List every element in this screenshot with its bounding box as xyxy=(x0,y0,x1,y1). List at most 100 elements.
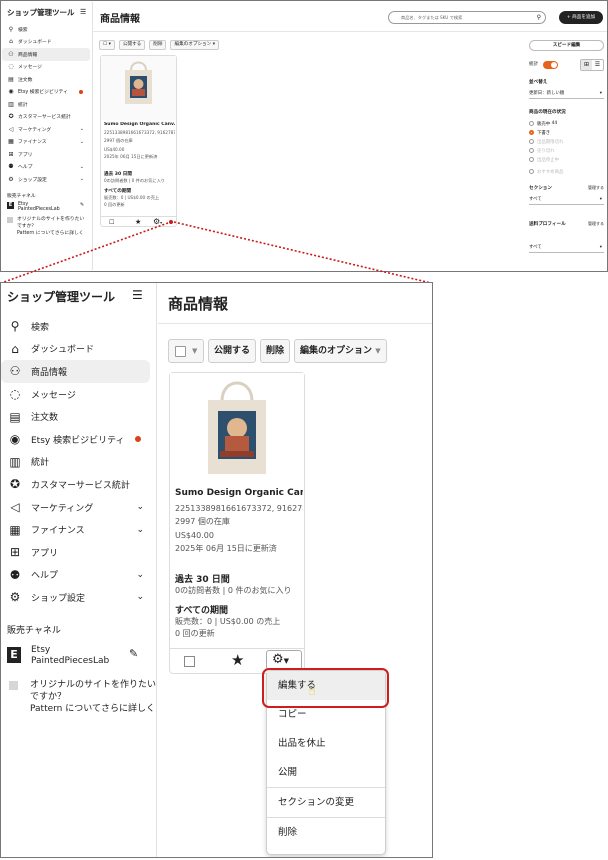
gear-icon[interactable]: ⚙▾ xyxy=(153,217,162,226)
shipping-manage-link[interactable]: 管理する xyxy=(588,221,604,227)
card-checkbox[interactable]: ☐ xyxy=(109,219,114,226)
card-checkbox[interactable] xyxy=(184,656,195,667)
other-site-promo[interactable]: オリジナルのサイトを作りたい ですか？ Pattern についてさらに詳しく xyxy=(1,679,157,715)
product-ids: 2251338981661673372, 9162787... xyxy=(175,504,303,513)
sidebar-nav: ⚲ 検索 ⌂ ダッシュボード ⚇ 商品情報 ◌ メッセージ ▤ 注文数 ◉ Etsy 検索ビ… xyxy=(1,315,157,715)
chevron-down-icon: ⌄ xyxy=(136,502,144,513)
sidebar-item-products[interactable]: ⚇ 商品情報 xyxy=(2,48,90,61)
list-view-icon[interactable]: ☰ xyxy=(592,60,603,70)
sidebar-item-apps[interactable]: ⊞ アプリ xyxy=(1,541,157,564)
product-updated: 2025年 06月 15日に更新済 xyxy=(175,544,277,553)
edit-highlight-box xyxy=(262,668,389,708)
other-site-promo[interactable]: オリジナルのサイトを作りたい ですか？ Pattern についてさらに詳しく xyxy=(2,216,93,237)
sidebar-item-dashboard[interactable]: ⌂ ダッシュボード xyxy=(2,36,93,49)
shipping-select[interactable]: すべて xyxy=(529,243,604,253)
sidebar-item-shop-settings[interactable]: ⚙ ショップ設定 ⌄ xyxy=(1,586,157,609)
sidebar-item-apps[interactable]: ⊞ アプリ xyxy=(2,148,93,161)
select-all-checkbox[interactable]: ☐ ▾ xyxy=(99,40,115,50)
sidebar-item-customer-service[interactable]: ✪ カスタマーサービス統計 xyxy=(1,473,157,496)
sidebar-item-orders[interactable]: ▤ 注文数 xyxy=(2,73,93,86)
delete-button[interactable]: 削除 xyxy=(260,339,291,363)
menu-item-deactivate[interactable]: 出品を休止 xyxy=(267,729,385,758)
chevron-down-icon: ⌄ xyxy=(79,176,84,183)
chevron-down-icon: ▼ xyxy=(192,347,198,355)
toolbar: ☐ ▾ 公開する 削除 編集のオプション ▾ xyxy=(99,40,220,50)
product-title[interactable]: Sumo Design Organic Canv... xyxy=(175,488,303,498)
sidebar-item-search-visibility[interactable]: ◉ Etsy 検索ビジビリティ xyxy=(1,428,157,451)
sidebar-item-products[interactable]: ⚇ 商品情報 xyxy=(1,360,150,383)
edit-options-button[interactable]: 編集のオプション ▼ xyxy=(294,339,387,363)
status-sold-out-radio[interactable]: 売り切れ xyxy=(529,146,604,155)
apps-icon: ⊞ xyxy=(8,150,14,158)
product-card[interactable]: Sumo Design Organic Canv... 225133898166… xyxy=(100,55,177,227)
sidebar-item-customer-service[interactable]: ✪ カスタマーサービス統計 xyxy=(2,111,93,124)
brand-title: ショップ管理ツール xyxy=(7,290,116,304)
star-icon[interactable]: ★ xyxy=(231,651,244,669)
search-icon: ⚲ xyxy=(8,25,14,33)
sidebar-item-search-visibility[interactable]: ◉ Etsy 検索ビジビリティ xyxy=(2,86,93,99)
page-title: 商品情報 xyxy=(100,14,140,25)
stats-toggle[interactable] xyxy=(543,61,558,69)
publish-button[interactable]: 公開する xyxy=(208,339,257,363)
toolbar: ▼ 公開する 削除 編集のオプション ▼ xyxy=(168,339,387,363)
sidebar-item-finance[interactable]: ▦ ファイナンス ⌄ xyxy=(1,518,157,541)
status-active-radio[interactable]: 販売中 44 xyxy=(529,119,604,128)
menu-toggle-icon[interactable]: ☰ xyxy=(132,288,143,302)
gear-icon: ⚙ xyxy=(272,652,284,667)
sidebar-item-messages[interactable]: ◌ メッセージ xyxy=(2,61,93,74)
orders-icon: ▤ xyxy=(8,75,14,83)
sidebar-item-search[interactable]: ⚲ 検索 xyxy=(1,315,157,338)
add-product-button[interactable]: + 商品を追加 xyxy=(559,11,603,24)
sidebar-item-stats[interactable]: ▥ 統計 xyxy=(2,98,93,111)
publish-button[interactable]: 公開する xyxy=(118,40,146,50)
select-all-checkbox[interactable]: ▼ xyxy=(168,339,204,363)
section-manage-link[interactable]: 管理する xyxy=(588,185,604,191)
sidebar-item-finance[interactable]: ▦ ファイナンス ⌄ xyxy=(2,136,93,149)
section-select[interactable]: すべて xyxy=(529,195,604,205)
status-draft-radio[interactable]: 下書き xyxy=(529,128,604,137)
speed-edit-button[interactable]: スピード編集 xyxy=(529,40,604,51)
search-visibility-icon: ◉ xyxy=(9,432,21,447)
menu-item-change-section[interactable]: セクションの変更 xyxy=(267,788,385,817)
sidebar-item-messages[interactable]: ◌ メッセージ xyxy=(1,383,157,406)
status-inactive-radio[interactable]: 出品停止中 xyxy=(529,155,604,164)
menu-item-publish[interactable]: 公開 xyxy=(267,758,385,787)
chevron-down-icon: ▼ xyxy=(283,657,290,665)
pencil-icon[interactable]: ✎ xyxy=(129,648,138,659)
sidebar-item-search[interactable]: ⚲ 検索 xyxy=(2,23,93,36)
star-icon[interactable]: ★ xyxy=(135,218,141,226)
product-card[interactable]: Sumo Design Organic Canv... 225133898166… xyxy=(169,372,305,674)
sidebar-item-orders[interactable]: ▤ 注文数 xyxy=(1,405,157,428)
megaphone-icon: ◁ xyxy=(8,125,14,133)
gear-dropdown-button[interactable]: ⚙▼ xyxy=(266,650,302,670)
status-expired-radio[interactable]: 出品期限切れ xyxy=(529,137,604,146)
sidebar-item-stats[interactable]: ▥ 統計 xyxy=(1,451,157,474)
settings-icon: ⚙ xyxy=(9,590,21,605)
pencil-icon[interactable]: ✎ xyxy=(80,202,84,208)
menu-toggle-icon[interactable]: ☰ xyxy=(80,8,86,16)
sidebar-item-marketing[interactable]: ◁ マーケティング ⌄ xyxy=(2,123,93,136)
main-content: 商品情報 ▼ 公開する 削除 編集のオプション ▼ Sumo Design Or… xyxy=(158,283,432,857)
product-stock: 2997 個の在庫 xyxy=(175,517,230,526)
help-icon: ⚉ xyxy=(9,567,21,582)
products-icon: ⚇ xyxy=(9,364,21,379)
etsy-logo-icon: E xyxy=(7,646,21,663)
sidebar-item-help[interactable]: ⚉ ヘルプ ⌄ xyxy=(1,564,157,587)
edit-options-button[interactable]: 編集のオプション ▾ xyxy=(170,40,220,50)
sales-channel-etsy[interactable]: E Etsy PaintedPiecesLab ✎ xyxy=(1,645,157,667)
help-icon: ⚉ xyxy=(8,163,14,171)
search-icon[interactable]: ⚲ xyxy=(537,12,541,23)
grid-view-icon[interactable]: ⊞ xyxy=(581,60,592,70)
sales-channel-etsy[interactable]: E Etsy PaintedPiecesLab ✎ xyxy=(2,201,93,212)
filter-panel: スピード編集 統計 ⊞ ☰ 並べ替え 更新日：新しい順 商品の現在の状況 販売中… xyxy=(529,40,604,253)
sidebar-item-dashboard[interactable]: ⌂ ダッシュボード xyxy=(1,338,157,361)
menu-item-delete[interactable]: 削除 xyxy=(267,818,385,847)
sort-select[interactable]: 更新日：新しい順 xyxy=(529,89,604,99)
search-icon: ⚲ xyxy=(10,319,20,334)
sidebar-item-shop-settings[interactable]: ⚙ ショップ設定 ⌄ xyxy=(2,173,93,186)
sidebar-item-marketing[interactable]: ◁ マーケティング ⌄ xyxy=(1,496,157,519)
sidebar-item-help[interactable]: ⚉ ヘルプ ⌄ xyxy=(2,161,93,174)
featured-radio[interactable]: おすすめ商品 xyxy=(529,167,604,176)
search-input[interactable]: 商品名、タグまたは SKU で検索 ⚲ xyxy=(388,11,546,24)
delete-button[interactable]: 削除 xyxy=(149,40,167,50)
